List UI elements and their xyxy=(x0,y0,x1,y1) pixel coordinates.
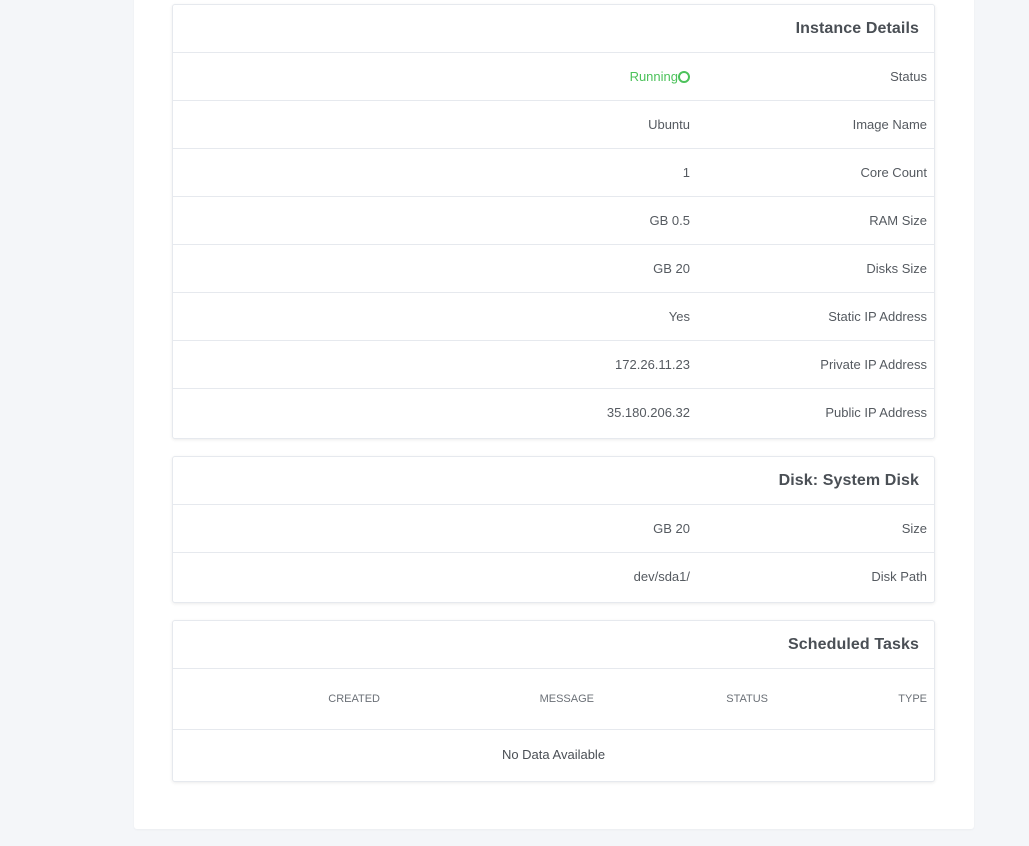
status-label: Status xyxy=(890,69,927,84)
scheduled-tasks-title: Scheduled Tasks xyxy=(787,635,919,653)
disks-size-label: Disks Size xyxy=(866,261,927,276)
status-row: Running Status xyxy=(173,53,934,101)
image-name-row: Ubuntu Image Name xyxy=(173,101,934,149)
instance-details-title: Instance Details xyxy=(795,19,919,37)
static-ip-label: Static IP Address xyxy=(828,309,927,324)
disk-path-row: dev/sda1/ Disk Path xyxy=(173,553,934,601)
private-ip-row: 172.26.11.23 Private IP Address xyxy=(173,341,934,389)
column-header-status[interactable]: STATUS xyxy=(726,669,768,729)
disk-card: Disk: System Disk GB 20 Size dev/sda1/ D… xyxy=(172,456,935,603)
column-header-type[interactable]: TYPE xyxy=(898,669,927,729)
disks-size-row: GB 20 Disks Size xyxy=(173,245,934,293)
disk-size-row: GB 20 Size xyxy=(173,505,934,553)
tasks-table-header: TYPE STATUS MESSAGE CREATED xyxy=(173,669,934,730)
core-count-value: 1 xyxy=(682,165,690,180)
static-ip-value: Yes xyxy=(668,309,690,324)
instance-details-header: Instance Details xyxy=(173,5,934,53)
ram-size-label: RAM Size xyxy=(869,213,927,228)
scheduled-tasks-card: Scheduled Tasks TYPE STATUS MESSAGE CREA… xyxy=(172,620,935,782)
disk-path-label: Disk Path xyxy=(871,569,927,584)
public-ip-row: 35.180.206.32 Public IP Address xyxy=(173,389,934,437)
status-ring-icon xyxy=(678,70,690,83)
disk-size-label: Size xyxy=(901,521,927,536)
disk-path-value: dev/sda1/ xyxy=(633,569,690,584)
private-ip-value: 172.26.11.23 xyxy=(615,357,690,372)
status-text: Running xyxy=(629,69,678,84)
image-name-label: Image Name xyxy=(852,117,927,132)
private-ip-label: Private IP Address xyxy=(820,357,927,372)
disk-size-value: GB 20 xyxy=(653,521,690,536)
instance-details-card: Instance Details Running Status Ubuntu I… xyxy=(172,4,935,439)
disk-header: Disk: System Disk xyxy=(173,457,934,505)
column-header-created[interactable]: CREATED xyxy=(328,669,380,729)
public-ip-value: 35.180.206.32 xyxy=(606,405,690,420)
core-count-row: 1 Core Count xyxy=(173,149,934,197)
ram-size-value: GB 0.5 xyxy=(649,213,690,228)
disks-size-value: GB 20 xyxy=(653,261,690,276)
ram-size-row: GB 0.5 RAM Size xyxy=(173,197,934,245)
disk-title: Disk: System Disk xyxy=(778,471,919,489)
image-name-value: Ubuntu xyxy=(648,117,690,132)
column-header-message[interactable]: MESSAGE xyxy=(540,669,594,729)
public-ip-label: Public IP Address xyxy=(825,405,927,420)
tasks-empty-message: No Data Available xyxy=(501,747,606,762)
core-count-label: Core Count xyxy=(860,165,927,180)
status-value: Running xyxy=(630,53,690,100)
static-ip-row: Yes Static IP Address xyxy=(173,293,934,341)
scheduled-tasks-header: Scheduled Tasks xyxy=(173,621,934,669)
